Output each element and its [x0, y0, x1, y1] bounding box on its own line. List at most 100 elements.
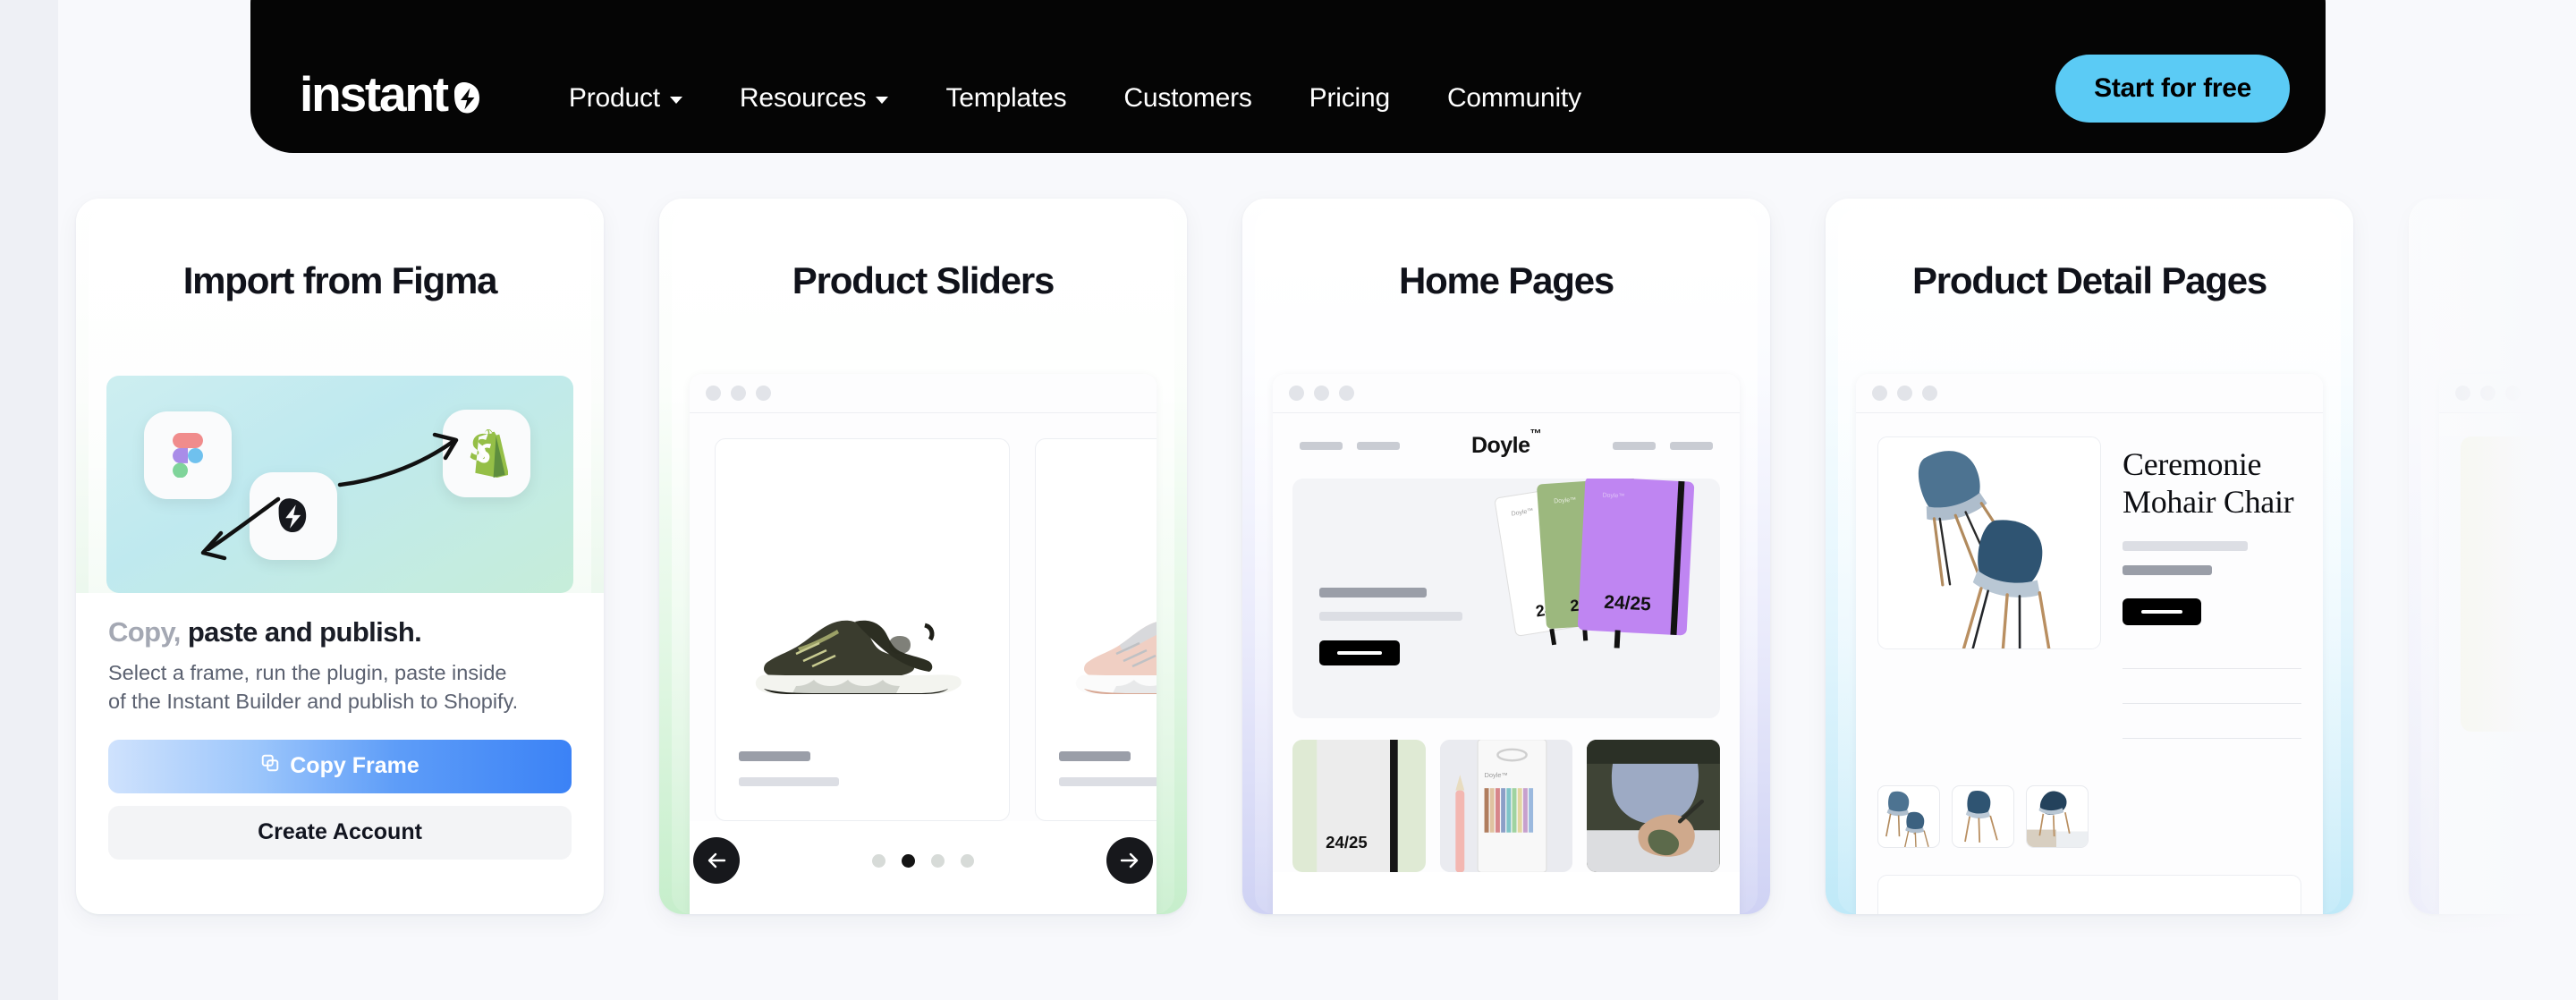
card-import-description: Select a frame, run the plugin, paste in… [108, 659, 572, 716]
hero-cta-button[interactable] [1319, 640, 1400, 665]
nav-item-customers[interactable]: Customers [1095, 74, 1280, 123]
browser-content: Ceremonie Mohair Chair [1856, 413, 2323, 914]
pdp-price-placeholder [2123, 564, 2212, 575]
card-product-sliders[interactable]: Product Sliders [659, 199, 1187, 914]
pdp-thumbnail[interactable] [2026, 784, 2089, 848]
nav-item-product[interactable]: Product [540, 74, 711, 123]
nav-item-community[interactable]: Community [1419, 74, 1610, 123]
thumbnail-year-badge: 24/25 [1326, 833, 1368, 852]
pdp-product-name-line2: Mohair Chair [2123, 484, 2294, 521]
copy-frame-label: Copy Frame [290, 753, 419, 779]
card-import-from-figma[interactable]: Import from Figma Copy, paste and publis… [76, 199, 604, 914]
window-dot-maximize-icon [756, 386, 771, 401]
carousel-dot[interactable] [872, 853, 886, 868]
product-thumbnail-row: 24/25 Doyle™ [1273, 718, 1740, 872]
description-line-1: Select a frame, run the plugin, paste in… [108, 661, 507, 684]
carousel-dot-active[interactable] [902, 853, 915, 868]
figma-illustration-panel [106, 376, 573, 593]
hero-sub-placeholder [1319, 612, 1462, 621]
chevron-down-icon [876, 97, 889, 104]
pdp-main-image[interactable] [1877, 436, 2101, 649]
window-dot-close-icon [1872, 386, 1887, 401]
card-title-product-sliders: Product Sliders [792, 259, 1055, 301]
mohair-chair-image [1918, 451, 2053, 648]
card-title-import-from-figma: Import from Figma [182, 259, 498, 301]
pdp-thumbnail[interactable] [1877, 784, 1940, 848]
nav-item-resources[interactable]: Resources [711, 74, 918, 123]
pdp-accordion-divider[interactable] [2123, 737, 2301, 739]
thumbnail-pencil-set[interactable]: Doyle™ [1439, 740, 1573, 872]
carousel-dot[interactable] [961, 853, 974, 868]
pdp-thumbnail[interactable] [1952, 784, 2014, 848]
card-title-home-pages: Home Pages [1398, 259, 1614, 301]
svg-text:Doyle™: Doyle™ [1602, 492, 1624, 499]
arrow-down-left-icon [200, 496, 281, 561]
pdp-accordion-rows [2123, 667, 2301, 739]
brand-logo[interactable]: instant [300, 70, 487, 123]
window-dot-maximize-icon [1922, 386, 1937, 401]
product-title-placeholder [1059, 751, 1131, 761]
arrow-left-icon [708, 852, 726, 869]
card-title-product-detail-pages: Product Detail Pages [1911, 259, 2267, 301]
chevron-down-icon [669, 97, 682, 104]
browser-content: Doyle™ Doyle™ Doyle™ Doyle™ 24/25 24/25 … [1273, 413, 1740, 872]
store-header: Doyle™ [1273, 413, 1740, 473]
nav-item-resources-label: Resources [739, 83, 867, 113]
window-dot-minimize-icon [1897, 386, 1912, 401]
headline-muted-part: Copy, [108, 616, 181, 648]
window-dot-minimize-icon [2480, 386, 2496, 401]
carousel-prev-button[interactable] [693, 837, 740, 884]
headline-bold-part: paste and publish. [187, 616, 422, 648]
browser-mockup-pdp: Ceremonie Mohair Chair [1856, 374, 2323, 914]
copy-frame-button[interactable]: Copy Frame [108, 739, 572, 793]
product-slide[interactable] [1035, 438, 1157, 821]
browser-mockup-home: Doyle™ Doyle™ Doyle™ Doyle™ 24/25 24/25 … [1273, 374, 1740, 914]
browser-content [690, 413, 1157, 821]
product-price-placeholder [739, 777, 839, 786]
browser-title-bar [1856, 374, 2323, 413]
nav-item-templates[interactable]: Templates [917, 74, 1095, 123]
create-account-button[interactable]: Create Account [108, 805, 572, 860]
start-for-free-button[interactable]: Start for free [2055, 55, 2290, 123]
arrow-right-icon [1120, 852, 1139, 869]
card-home-pages[interactable]: Home Pages Doyle™ Doyle™ Doyle™ Doyle™ 2… [1242, 199, 1770, 914]
copy-icon [260, 753, 280, 779]
thumbnail-planner-green[interactable]: 24/25 [1292, 740, 1426, 872]
sneaker-pink-image [1075, 622, 1157, 694]
planner-notebooks-image: Doyle™ 24/25 Doyle™ 24/25 [1495, 479, 1695, 648]
window-dot-close-icon [706, 386, 721, 401]
store-nav-placeholder[interactable] [1670, 442, 1713, 450]
product-slide[interactable] [715, 438, 1010, 821]
pdp-thumbnail-row [1856, 773, 2323, 848]
arrow-right-icon [337, 432, 459, 487]
carousel-dot[interactable] [931, 853, 945, 868]
pdp-accordion-divider[interactable] [2123, 667, 2301, 669]
svg-text:Doyle™: Doyle™ [1484, 771, 1507, 779]
sneaker-dark-image [755, 620, 962, 694]
browser-title-bar [690, 374, 1157, 413]
pdp-add-to-cart-button[interactable] [2123, 597, 2201, 625]
hero-text-block [1319, 588, 1462, 665]
nav-item-product-label: Product [568, 83, 660, 113]
browser-title-bar [2439, 374, 2576, 413]
nav-links: Product Resources Templates Customers Pr… [540, 74, 1610, 123]
thumbnail-person-writing[interactable] [1587, 740, 1721, 872]
carousel-next-button[interactable] [1106, 837, 1153, 884]
carousel-controls [659, 834, 1187, 887]
pdp-product-name: Ceremonie Mohair Chair [2123, 445, 2301, 521]
window-dot-close-icon [1289, 386, 1304, 401]
card-product-detail-pages[interactable]: Product Detail Pages Ceremonie Mohair Ch… [1826, 199, 2353, 914]
store-nav-placeholder[interactable] [1300, 442, 1343, 450]
product-title-placeholder [739, 751, 810, 761]
page-root: instant Product Resources Templates Cust… [0, 0, 2576, 1000]
hero-heading-placeholder [1319, 588, 1427, 597]
store-nav-placeholder[interactable] [1613, 442, 1656, 450]
nav-item-pricing[interactable]: Pricing [1281, 74, 1419, 123]
pdp-lower-section [1877, 874, 2301, 914]
pdp-product-name-line1: Ceremonie [2123, 446, 2262, 482]
store-nav-placeholder[interactable] [1357, 442, 1400, 450]
instant-lightning-mark-icon [449, 80, 487, 117]
pdp-accordion-divider[interactable] [2123, 702, 2301, 704]
card-next-peek[interactable] [2409, 199, 2576, 914]
carousel-dots [740, 853, 1106, 868]
